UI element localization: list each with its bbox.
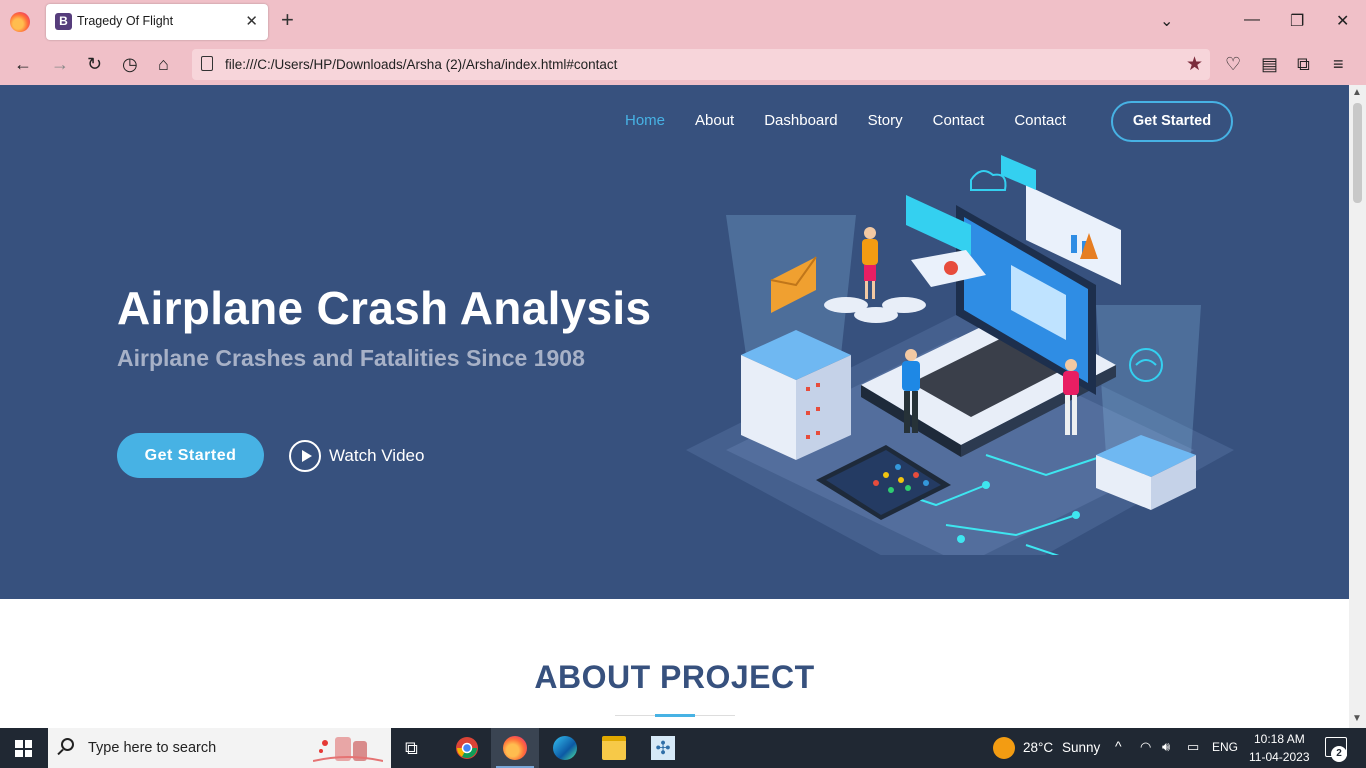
nav-dashboard[interactable]: Dashboard	[764, 111, 837, 131]
pocket-icon[interactable]: ♡	[1225, 54, 1241, 74]
volume-icon[interactable]: 🔊︎	[1162, 739, 1170, 755]
extensions-icon[interactable]: ⧉	[1297, 54, 1310, 74]
weather-condition[interactable]: Sunny	[1062, 740, 1100, 755]
menu-icon[interactable]: ≡	[1333, 54, 1344, 74]
restore-icon[interactable]: ❐	[1290, 11, 1304, 31]
search-placeholder: Type here to search	[88, 740, 217, 756]
task-view-icon[interactable]: ⧉	[405, 736, 429, 760]
bookmark-star-icon[interactable]: ★	[1186, 53, 1203, 76]
clock-date[interactable]: 11-04-2023	[1249, 750, 1310, 764]
file-explorer-icon[interactable]	[602, 736, 626, 760]
hero-subtitle: Airplane Crashes and Fatalities Since 19…	[117, 345, 585, 371]
nav-about[interactable]: About	[695, 111, 734, 131]
hero-section: Home About Dashboard Story Contact Conta…	[0, 85, 1349, 599]
weather-sun-icon[interactable]	[993, 737, 1015, 759]
scroll-up-icon[interactable]: ▲	[1352, 87, 1362, 98]
snipping-tool-icon[interactable]: ✣	[651, 736, 675, 760]
hero-title: Airplane Crash Analysis	[117, 282, 652, 334]
nav-contact-2[interactable]: Contact	[1014, 111, 1066, 131]
weather-temperature[interactable]: 28°C	[1023, 740, 1053, 755]
language-indicator[interactable]: ENG	[1212, 740, 1238, 754]
forward-icon[interactable]: →	[51, 54, 69, 74]
watch-video-link[interactable]: Watch Video	[289, 440, 424, 472]
watch-video-label: Watch Video	[329, 446, 425, 465]
home-icon[interactable]: ⌂	[158, 54, 169, 74]
minimize-icon[interactable]: —	[1244, 11, 1260, 29]
history-icon[interactable]: ◷	[122, 54, 138, 74]
url-bar[interactable]: file:///C:/Users/HP/Downloads/Arsha (2)/…	[192, 49, 1210, 80]
bootstrap-favicon-icon: B	[55, 13, 72, 30]
windows-taskbar: Type here to search ⧉ ✣ 28°C Sunny ^ ◠ 🔊…	[0, 728, 1366, 768]
nav-home[interactable]: Home	[625, 111, 665, 131]
edge-icon[interactable]	[553, 736, 577, 760]
play-icon	[289, 440, 321, 472]
tab-title: Tragedy Of Flight	[77, 14, 174, 28]
search-highlight-icon	[313, 737, 383, 762]
browser-tab[interactable]: B Tragedy Of Flight ✕	[46, 4, 268, 40]
new-tab-icon[interactable]: +	[281, 9, 294, 31]
firefox-taskbar-icon[interactable]	[503, 736, 527, 760]
clock-time[interactable]: 10:18 AM	[1254, 732, 1305, 746]
chrome-icon[interactable]	[455, 736, 479, 760]
taskbar-search-box[interactable]: Type here to search	[48, 728, 391, 768]
list-all-tabs-icon[interactable]: ⌄	[1160, 11, 1173, 31]
section-divider-accent	[655, 714, 695, 717]
url-text[interactable]: file:///C:/Users/HP/Downloads/Arsha (2)/…	[225, 57, 617, 72]
scroll-down-icon[interactable]: ▼	[1352, 713, 1362, 724]
search-icon	[61, 738, 74, 751]
close-window-icon[interactable]: ✕	[1336, 11, 1349, 31]
reader-view-icon[interactable]: ▤	[1261, 54, 1278, 74]
nav-story[interactable]: Story	[868, 111, 903, 131]
get-started-button[interactable]: Get Started	[117, 433, 264, 478]
firefox-icon[interactable]	[10, 12, 30, 32]
battery-icon[interactable]: ▭	[1187, 739, 1199, 755]
nav-contact[interactable]: Contact	[933, 111, 985, 131]
site-nav: Home About Dashboard Story Contact Conta…	[625, 111, 1096, 131]
nav-get-started-button[interactable]: Get Started	[1111, 101, 1233, 142]
windows-start-icon[interactable]	[15, 740, 32, 757]
show-hidden-icons-icon[interactable]: ^	[1115, 738, 1122, 754]
notification-count-badge: 2	[1331, 746, 1347, 762]
network-icon[interactable]: ◠	[1140, 739, 1151, 755]
reload-icon[interactable]: ↻	[87, 54, 102, 74]
web-page: Home About Dashboard Story Contact Conta…	[0, 85, 1349, 728]
page-icon	[201, 56, 213, 71]
close-tab-icon[interactable]: ✕	[245, 12, 258, 30]
page-scrollbar[interactable]: ▲ ▼	[1349, 85, 1366, 728]
browser-tab-bar: B Tragedy Of Flight ✕ + ⌄ — ❐ ✕	[0, 0, 1366, 44]
about-section-title: ABOUT PROJECT	[534, 659, 815, 695]
back-icon[interactable]: ←	[14, 54, 32, 74]
hero-illustration	[686, 155, 1234, 555]
scrollbar-thumb[interactable]	[1353, 103, 1362, 203]
